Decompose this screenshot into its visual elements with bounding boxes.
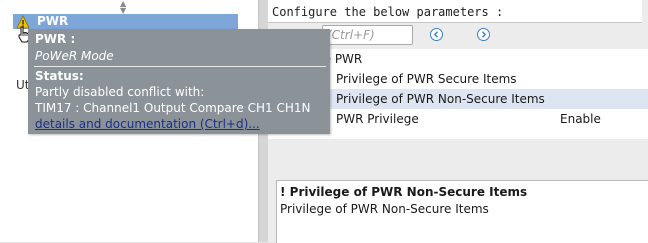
documentation-link[interactable]: details and documentation (Ctrl+d)... bbox=[35, 117, 260, 131]
parameter-name: PWR Privilege bbox=[336, 112, 419, 126]
tooltip-divider bbox=[34, 66, 326, 67]
tooltip-conflict-text: TIM17 : Channel1 Output Compare CH1 CH1N bbox=[35, 101, 311, 115]
parameter-value[interactable]: Enable bbox=[560, 112, 601, 126]
arrow-right-circle-icon bbox=[482, 31, 487, 38]
search-placeholder: (Ctrl+F) bbox=[327, 28, 375, 42]
description-title: ! Privilege of PWR Non-Secure Items bbox=[280, 185, 528, 199]
configure-header-text: Configure the below parameters : bbox=[272, 5, 504, 19]
tooltip-ip-description: PoWeR Mode bbox=[35, 49, 114, 63]
tree-item-pwr[interactable]: PWR bbox=[13, 14, 238, 29]
next-match-button[interactable] bbox=[477, 28, 490, 41]
configure-header: Configure the below parameters : bbox=[268, 0, 642, 23]
tooltip-ip-name: PWR : bbox=[35, 32, 76, 46]
description-body: Privilege of PWR Non-Secure Items bbox=[280, 202, 489, 216]
tooltip-status-label: Status: bbox=[35, 69, 84, 83]
panel-separator bbox=[268, 139, 648, 180]
search-input[interactable]: (Ctrl+F) bbox=[322, 25, 413, 45]
tooltip-status-text: Partly disabled conflict with: bbox=[35, 85, 205, 99]
parameter-name: Privilege of PWR Non-Secure Items bbox=[336, 92, 545, 106]
tree-item-label: PWR bbox=[37, 14, 69, 28]
parameter-name: Privilege of PWR Secure Items bbox=[336, 72, 517, 86]
status-tooltip: PWR : PoWeR Mode Status: Partly disabled… bbox=[28, 29, 330, 134]
arrow-left-circle-icon bbox=[433, 31, 438, 38]
description-panel: ! Privilege of PWR Non-Secure Items Priv… bbox=[276, 180, 648, 243]
previous-match-button[interactable] bbox=[430, 28, 443, 41]
